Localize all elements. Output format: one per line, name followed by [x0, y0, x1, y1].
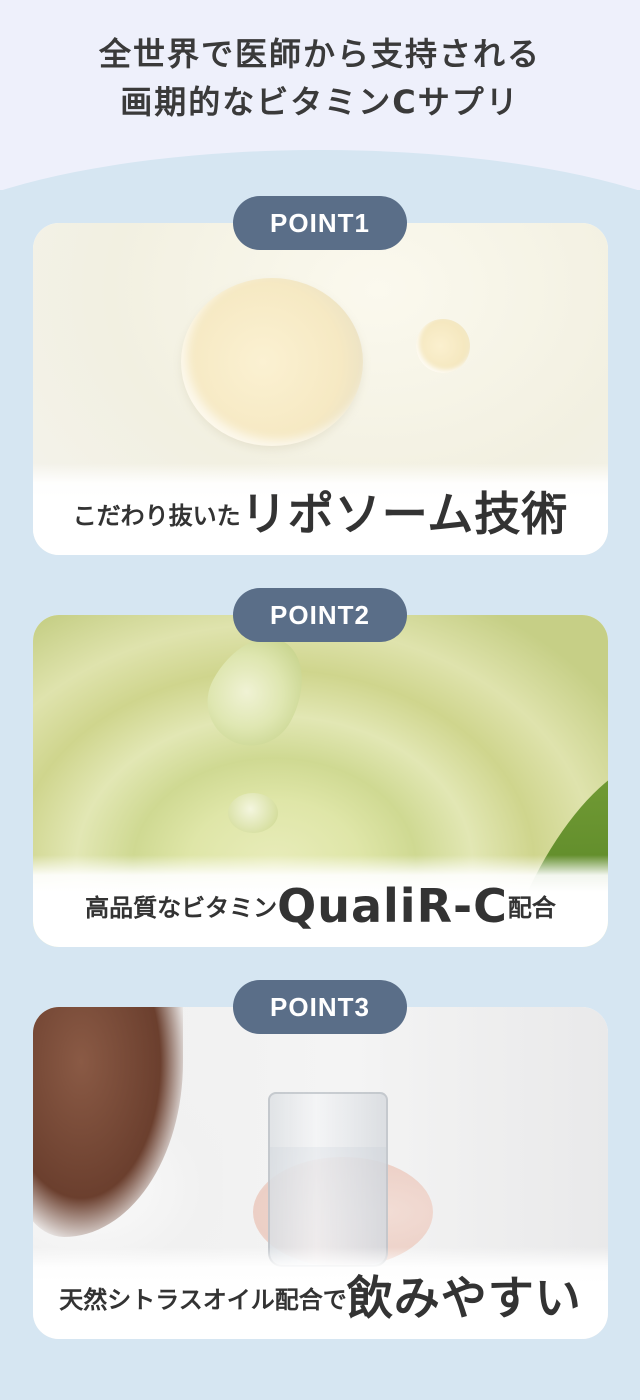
- point-3-badge: POINT3: [233, 980, 407, 1034]
- point-1-caption: こだわり抜いた リポソーム技術: [33, 463, 608, 555]
- water-glass: [268, 1092, 388, 1267]
- point-1-card: こだわり抜いた リポソーム技術: [33, 223, 608, 555]
- splash-drop: [228, 793, 278, 833]
- headline-line-1: 全世界で医師から支持される: [98, 35, 541, 73]
- point-1-caption-main: リポソーム技術: [240, 487, 569, 541]
- headline-line-2: 画期的なビタミンCサプリ: [120, 83, 520, 121]
- small-droplet: [416, 319, 470, 373]
- headline: 全世界で医師から支持される 画期的なビタミンCサプリ: [0, 30, 640, 126]
- point-2-caption-main: QualiR-C: [277, 879, 508, 933]
- point-2-caption: 高品質なビタミン QualiR-C 配合: [33, 855, 608, 947]
- large-droplet: [181, 278, 363, 446]
- point-3-card: 天然シトラスオイル配合で 飲みやすい: [33, 1007, 608, 1339]
- point-2-badge: POINT2: [233, 588, 407, 642]
- point-2-caption-suffix: 配合: [507, 894, 556, 922]
- point-3-caption-main: 飲みやすい: [346, 1271, 582, 1325]
- point-1-badge: POINT1: [233, 196, 407, 250]
- point-3-caption-lead: 天然シトラスオイル配合で: [59, 1286, 347, 1314]
- point-2-caption-lead: 高品質なビタミン: [85, 894, 278, 922]
- point-3-caption: 天然シトラスオイル配合で 飲みやすい: [33, 1247, 608, 1339]
- point-2-card: 高品質なビタミン QualiR-C 配合: [33, 615, 608, 947]
- point-1-caption-lead: こだわり抜いた: [72, 502, 241, 530]
